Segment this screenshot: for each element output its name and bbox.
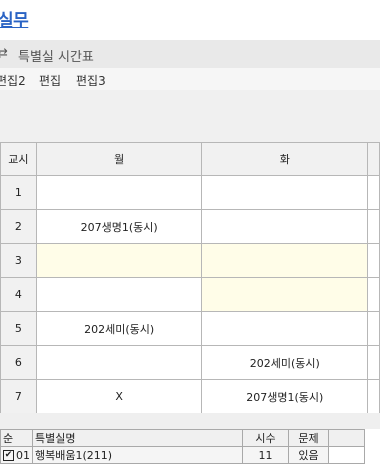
- timetable-cell[interactable]: [201, 311, 369, 346]
- table-row: 5 202세미(동시): [0, 311, 380, 346]
- table-row: 1: [0, 175, 380, 210]
- panel-title: 특별실 시간표: [18, 50, 94, 65]
- timetable-cell[interactable]: [201, 209, 369, 244]
- timetable: 교시 월 화 1 2 207생명1(동시) 3 4 5 202세미(동시) 6 …: [0, 142, 380, 414]
- header-monday[interactable]: 월: [35, 142, 203, 176]
- timetable-cell-extra: [367, 243, 380, 278]
- special-room-list: 순 특별실명 시수 문제 ✔ 01 행복배움1(211) 11 있음: [0, 429, 365, 464]
- list-issue: 있음: [288, 446, 329, 464]
- timetable-cell[interactable]: [35, 277, 203, 312]
- period-number: 7: [0, 379, 37, 414]
- timetable-cell[interactable]: 202세미(동시): [35, 311, 203, 346]
- list-header-issue[interactable]: 문제: [288, 429, 329, 447]
- period-number: 3: [0, 243, 37, 278]
- period-number: 5: [0, 311, 37, 346]
- timetable-cell-extra: [367, 345, 380, 380]
- table-row: 2 207생명1(동시): [0, 209, 380, 244]
- table-row: 6 202세미(동시): [0, 345, 380, 380]
- timetable-cell-extra: [367, 379, 380, 414]
- header-extra: [367, 142, 380, 176]
- timetable-cell[interactable]: [35, 243, 203, 278]
- list-item[interactable]: ✔ 01 행복배움1(211) 11 있음: [0, 446, 365, 464]
- list-header-row: 순 특별실명 시수 문제: [0, 429, 365, 447]
- period-number: 4: [0, 277, 37, 312]
- timetable-cell[interactable]: 202세미(동시): [201, 345, 369, 380]
- timetable-cell-extra: [367, 209, 380, 244]
- timetable-cell-extra: [367, 311, 380, 346]
- period-number: 6: [0, 345, 37, 380]
- table-row: 4: [0, 277, 380, 312]
- timetable-cell[interactable]: [201, 175, 369, 210]
- menu-item-edit[interactable]: 편집: [39, 72, 61, 89]
- timetable-cell[interactable]: [35, 345, 203, 380]
- period-number: 1: [0, 175, 37, 210]
- row-checkbox[interactable]: ✔: [3, 450, 14, 461]
- list-order-cell: ✔ 01: [0, 446, 33, 464]
- header-tuesday[interactable]: 화: [201, 142, 369, 176]
- list-header-extra: [328, 429, 365, 447]
- header-period: 교시: [0, 142, 37, 176]
- timetable-cell[interactable]: [201, 277, 369, 312]
- toolbar-area: [0, 90, 380, 142]
- list-room-name: 행복배움1(211): [32, 446, 243, 464]
- timetable-cell[interactable]: 207생명1(동시): [201, 379, 369, 414]
- table-row: 7 X 207생명1(동시): [0, 379, 380, 414]
- timetable-cell[interactable]: [201, 243, 369, 278]
- period-number: 2: [0, 209, 37, 244]
- table-row: 3: [0, 243, 380, 278]
- timetable-cell[interactable]: [35, 175, 203, 210]
- list-header-order[interactable]: 순: [0, 429, 33, 447]
- timetable-cell[interactable]: 207생명1(동시): [35, 209, 203, 244]
- list-header-name[interactable]: 특별실명: [32, 429, 243, 447]
- list-hours: 11: [242, 446, 289, 464]
- list-header-hours[interactable]: 시수: [242, 429, 289, 447]
- app-title: 실무: [0, 11, 29, 31]
- menu-item-edit2[interactable]: 편집2: [0, 72, 26, 89]
- timetable-cell-extra: [367, 277, 380, 312]
- splitter[interactable]: [0, 413, 380, 429]
- menu-item-edit3[interactable]: 편집3: [76, 72, 106, 89]
- list-order: 01: [16, 448, 30, 462]
- swap-icon: ⇄: [0, 46, 8, 61]
- timetable-cell-extra: [367, 175, 380, 210]
- list-extra-cell: [328, 446, 365, 464]
- timetable-header-row: 교시 월 화: [0, 142, 380, 176]
- timetable-cell[interactable]: X: [35, 379, 203, 414]
